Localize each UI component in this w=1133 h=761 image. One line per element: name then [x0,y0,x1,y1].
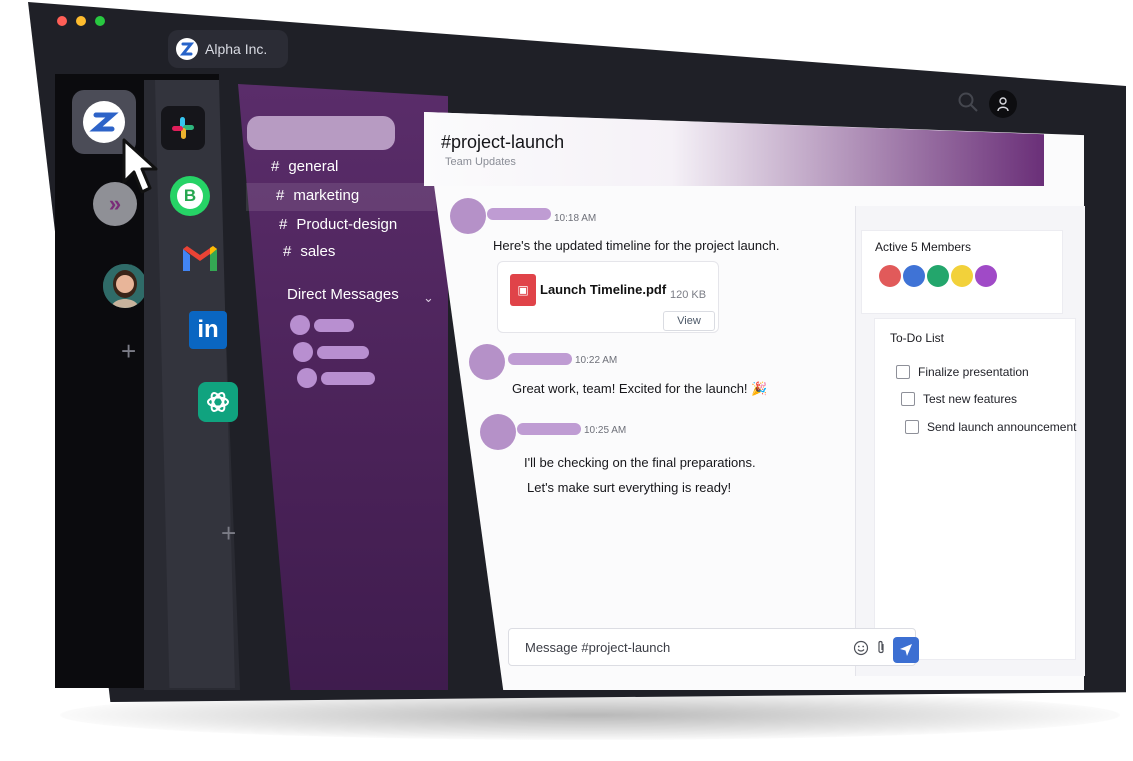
close-dot[interactable] [57,16,67,26]
todo-title: To-Do List [890,331,945,345]
workspace-logo-icon [176,38,198,60]
workspace-switcher[interactable]: Alpha Inc. [168,30,288,68]
sender-name-placeholder[interactable] [508,353,572,365]
message-text-line-2: Let's make surt everything is ready! [527,480,732,495]
hash-icon: # [279,216,288,233]
message-text-line-1: I'll be checking on the final preparatio… [524,455,756,470]
todo-item[interactable]: Test new features [901,392,1017,406]
message-input[interactable]: Message #project-launch [525,640,670,655]
channel-sales[interactable]: # sales [283,243,335,260]
linkedin-icon[interactable]: in [189,311,227,349]
send-icon [900,644,912,656]
paperclip-icon[interactable] [875,640,887,661]
channel-label: sales [300,243,336,260]
file-attachment[interactable]: ▣ Launch Timeline.pdf 120 KB View [497,261,719,333]
avatar[interactable] [480,414,516,450]
plus-icon[interactable]: + [121,336,136,367]
message-time: 10:22 AM [575,355,618,366]
channel-marketing[interactable]: # marketing [276,187,359,204]
search-icon[interactable] [957,91,979,118]
top-right-icons [957,90,1017,118]
plus-icon[interactable]: + [221,518,236,549]
chevron-down-icon[interactable]: ⌄ [423,290,434,306]
todo-checkbox[interactable] [901,392,915,406]
members-title: Active 5 Members [875,240,972,254]
send-button[interactable] [893,637,919,663]
todo-checkbox[interactable] [905,420,919,434]
maximize-dot[interactable] [95,16,105,26]
minimize-dot[interactable] [76,16,86,26]
file-name: Launch Timeline.pdf [540,282,667,297]
channel-label: general [288,158,339,175]
dm-avatar [297,368,317,388]
hash-icon: # [283,243,292,260]
direct-messages-header[interactable]: Direct Messages [287,286,399,303]
whatsapp-business-icon[interactable]: B [170,176,210,216]
channel-label: Product-design [296,216,398,233]
dm-name-placeholder [321,371,375,385]
business-b-glyph: B [177,183,203,209]
pdf-file-icon: ▣ [510,274,536,306]
sender-name-placeholder[interactable] [487,208,551,220]
view-file-button[interactable]: View [663,311,715,331]
alpha-logo-icon [83,101,125,143]
todo-item[interactable]: Send launch announcement [905,420,1076,434]
hash-icon: # [271,158,280,175]
file-size: 120 KB [670,289,707,301]
member-avatars [879,265,997,287]
member-avatar[interactable] [975,265,997,287]
dm-avatar [293,342,313,362]
workspace-name: Alpha Inc. [205,41,268,57]
channel-general[interactable]: # general [271,158,338,175]
chatgpt-icon[interactable] [198,382,238,422]
avatar[interactable] [469,344,505,380]
composer-actions [853,637,919,663]
dm-avatar [290,315,310,335]
dm-name-placeholder [317,345,369,359]
dm-item[interactable] [297,368,375,388]
dm-name-placeholder [314,318,354,332]
member-avatar[interactable] [927,265,949,287]
slack-app-icon[interactable] [161,106,205,150]
hash-icon: # [276,187,285,204]
dm-item[interactable] [290,315,354,335]
user-icon[interactable] [989,90,1017,118]
sender-name-placeholder[interactable] [517,423,581,435]
todo-label: Test new features [923,392,1018,406]
todo-label: Finalize presentation [918,365,1029,379]
todo-item[interactable]: Finalize presentation [896,365,1029,379]
todo-checkbox[interactable] [896,365,910,379]
channel-subtitle: Team Updates [445,156,516,168]
member-avatar[interactable] [951,265,973,287]
window-controls [57,16,105,26]
message-text: Here's the updated timeline for the proj… [493,238,780,253]
dm-item[interactable] [293,342,369,362]
member-avatar[interactable] [903,265,925,287]
channel-search-input[interactable] [247,116,395,150]
avatar[interactable] [103,264,147,308]
member-avatar[interactable] [879,265,901,287]
double-chevron-icon: » [108,191,122,216]
page-title: #project-launch [441,132,565,152]
emoji-icon[interactable] [853,640,869,661]
channel-product-design[interactable]: # Product-design [279,216,397,233]
person-avatar-icon [103,264,147,308]
todo-label: Send launch announcement [927,420,1077,434]
channel-label: marketing [293,187,360,204]
message-time: 10:18 AM [554,213,597,224]
mouse-cursor-icon [122,138,158,194]
gmail-icon[interactable] [178,240,222,276]
message-composer[interactable]: Message #project-launch [508,628,919,666]
message-time: 10:25 AM [584,425,627,436]
message-text: Great work, team! Excited for the launch… [512,381,768,396]
avatar[interactable] [450,198,486,234]
